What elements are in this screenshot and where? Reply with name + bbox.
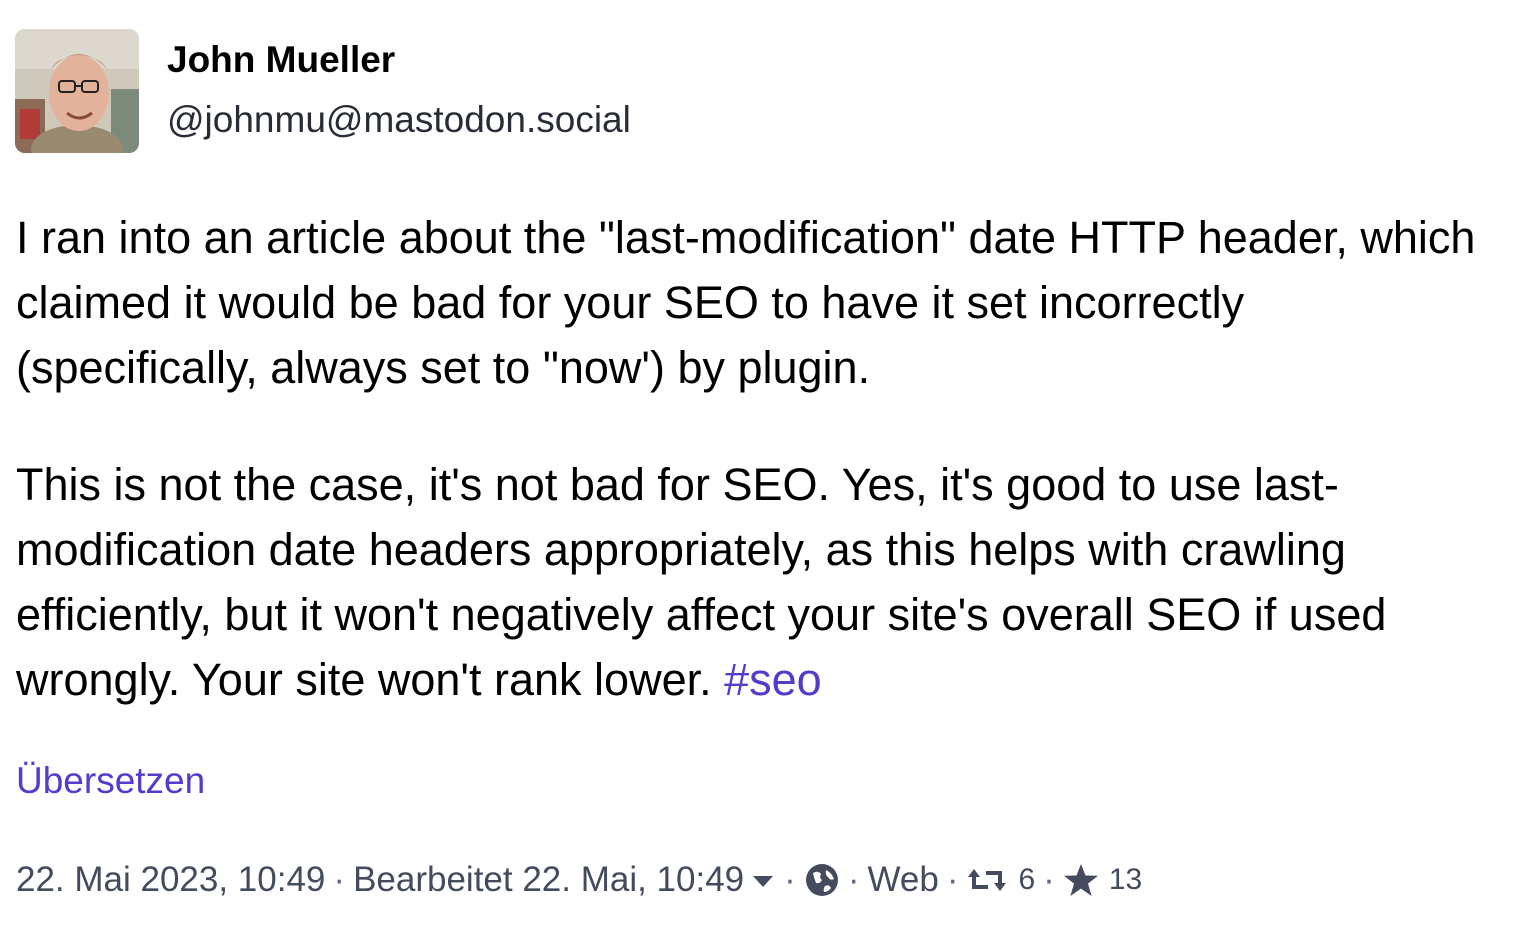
meta-separator: · [333, 860, 346, 899]
status-paragraph-2-text: This is not the case, it's not bad for S… [16, 459, 1387, 705]
translate-button[interactable]: Übersetzen [16, 760, 205, 802]
hashtag-link[interactable]: #seo [724, 654, 822, 705]
meta-separator: · [1043, 860, 1055, 899]
author-display-name[interactable]: John Mueller [167, 39, 395, 81]
meta-separator: · [946, 860, 959, 899]
caret-down-icon[interactable] [750, 867, 776, 893]
status-content: I ran into an article about the "last-mo… [16, 205, 1496, 712]
avatar-photo [15, 29, 139, 153]
status-paragraph-2: This is not the case, it's not bad for S… [16, 452, 1496, 712]
status-date[interactable]: 22. Mai 2023, 10:49 [16, 860, 325, 900]
retweet-icon[interactable] [966, 865, 1008, 895]
avatar[interactable] [15, 29, 139, 153]
meta-separator: · [784, 860, 796, 899]
status-paragraph-1: I ran into an article about the "last-mo… [16, 212, 1476, 393]
status-meta: 22. Mai 2023, 10:49 · Bearbeitet 22. Mai… [16, 858, 1142, 902]
globe-icon [804, 862, 840, 898]
application-name: Web [867, 860, 939, 899]
author-handle[interactable]: @johnmu@mastodon.social [167, 99, 631, 141]
boost-count[interactable]: 6 [1018, 863, 1035, 897]
meta-separator: · [847, 860, 860, 899]
edited-label[interactable]: Bearbeitet 22. Mai, 10:49 [353, 860, 744, 900]
star-icon[interactable] [1063, 863, 1099, 897]
favourite-count[interactable]: 13 [1109, 863, 1142, 897]
